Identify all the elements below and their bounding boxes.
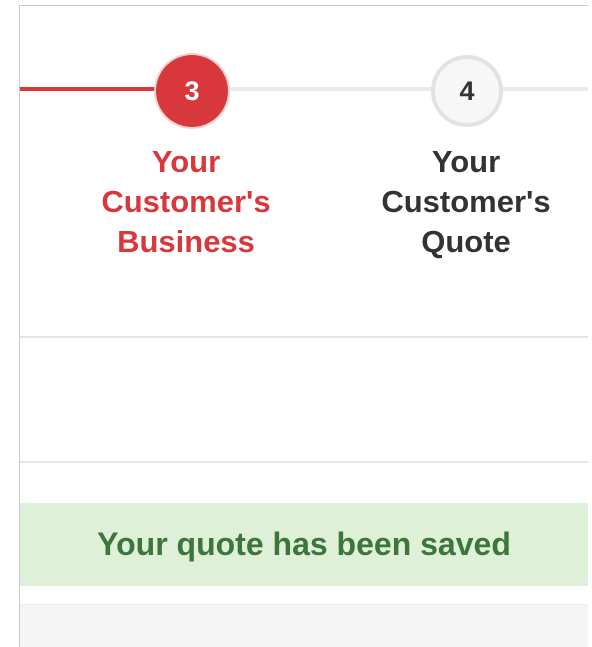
success-alert: Your quote has been saved (20, 503, 588, 586)
step-4-label[interactable]: Your Customer's Quote (351, 142, 581, 262)
step-4-indicator[interactable]: 4 (431, 55, 503, 127)
section-divider (20, 461, 588, 463)
section-divider (20, 336, 588, 338)
step-label-line: Customer's (381, 184, 551, 219)
step-label-line: Quote (421, 224, 511, 259)
step-3-indicator[interactable]: 3 (156, 55, 228, 127)
step-label-line: Customer's (101, 184, 271, 219)
step-label-line: Your (151, 144, 221, 179)
footer-area (20, 604, 588, 647)
step-label-line: Business (117, 224, 255, 259)
quote-panel: 3 Your Customer's Business 4 Your Custom… (19, 5, 588, 647)
progress-stepper: 3 Your Customer's Business 4 Your Custom… (20, 6, 588, 336)
step-3-label[interactable]: Your Customer's Business (71, 142, 301, 262)
alert-message: Your quote has been saved (97, 526, 511, 562)
step-label-line: Your (431, 144, 501, 179)
